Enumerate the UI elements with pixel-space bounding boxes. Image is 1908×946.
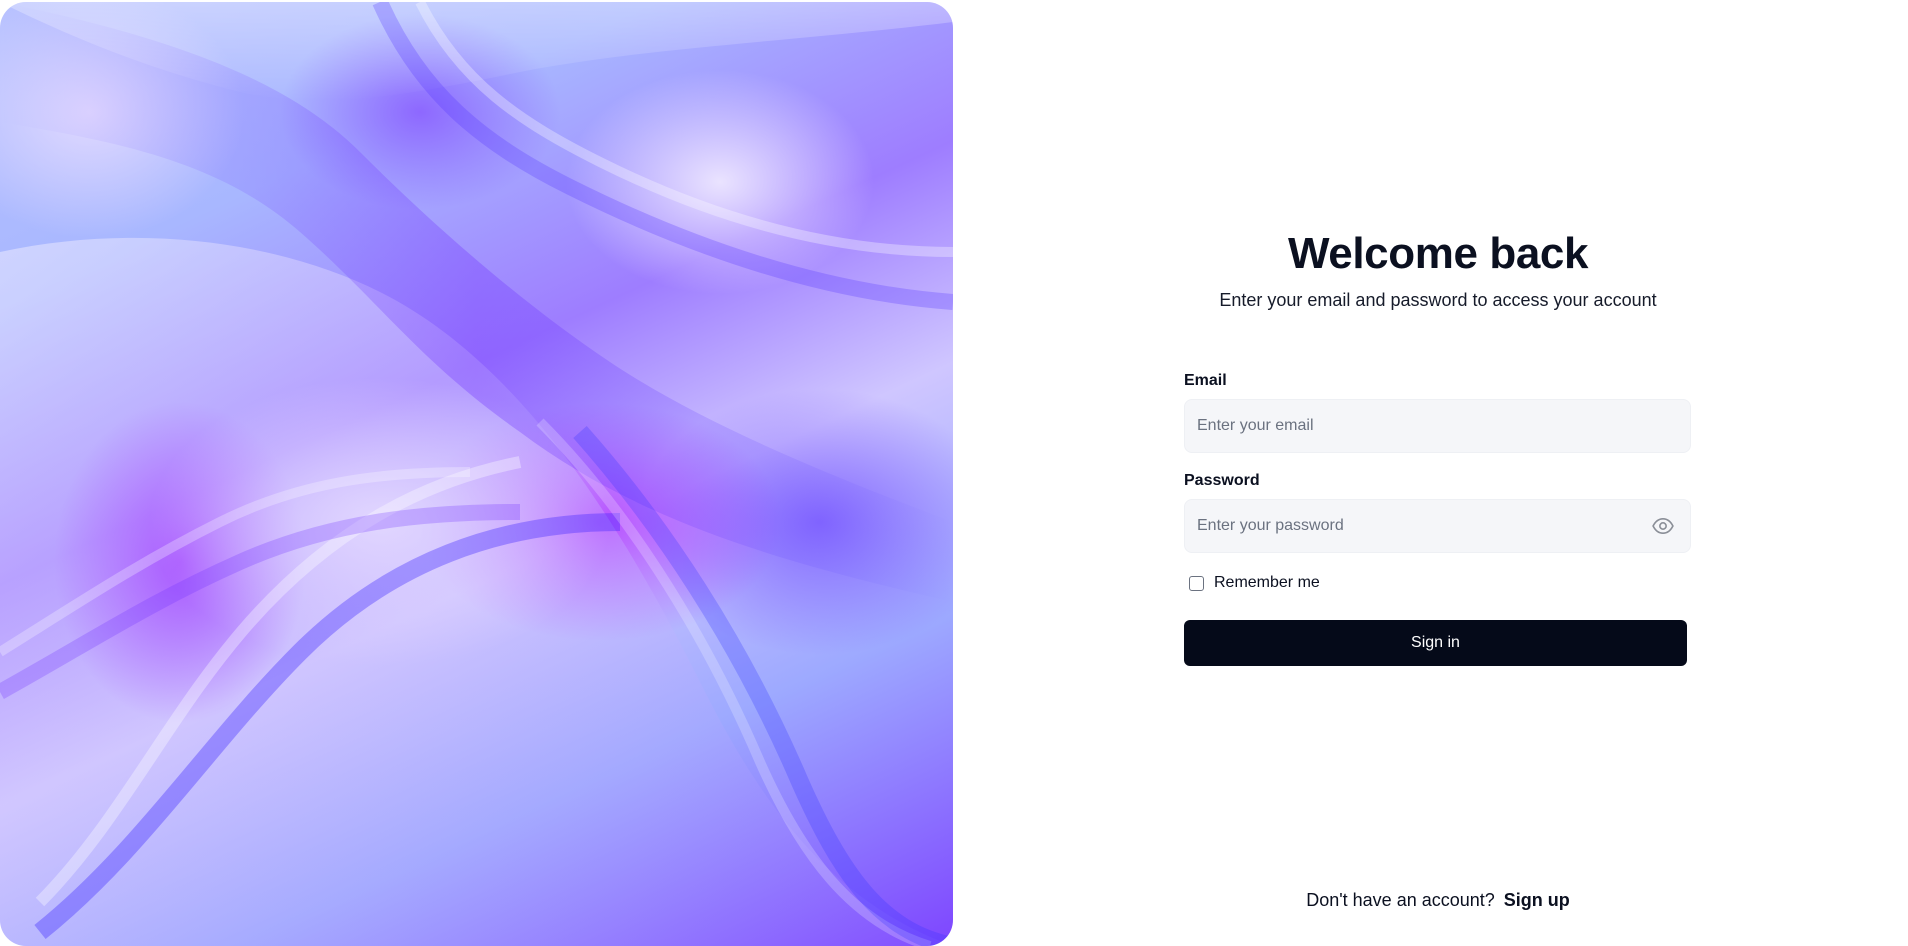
remember-me-checkbox[interactable] [1189, 575, 1204, 591]
hero-wave-art [0, 2, 953, 946]
hero-image [0, 2, 953, 946]
remember-me-label: Remember me [1214, 574, 1320, 591]
signup-prompt: Don't have an account? Sign up [1184, 890, 1692, 911]
email-field[interactable]: Enter your email [1184, 399, 1691, 453]
page-title: Welcome back [1287, 229, 1589, 278]
signup-prompt-text: Don't have an account? [1306, 890, 1495, 910]
password-field[interactable]: Enter your password [1184, 499, 1691, 553]
signup-link[interactable]: Sign up [1504, 890, 1570, 910]
email-label: Email [1184, 372, 1227, 389]
eye-icon[interactable] [1652, 517, 1674, 535]
password-placeholder: Enter your password [1197, 517, 1344, 534]
password-label: Password [1184, 472, 1260, 489]
email-placeholder: Enter your email [1197, 417, 1314, 434]
remember-me[interactable]: Remember me [1189, 574, 1320, 592]
login-page: Welcome back Enter your email and passwo… [0, 0, 1908, 946]
page-subtitle: Enter your email and password to access … [1219, 290, 1657, 310]
login-panel: Welcome back Enter your email and passwo… [1184, 0, 1692, 946]
signin-button[interactable]: Sign in [1184, 620, 1687, 666]
